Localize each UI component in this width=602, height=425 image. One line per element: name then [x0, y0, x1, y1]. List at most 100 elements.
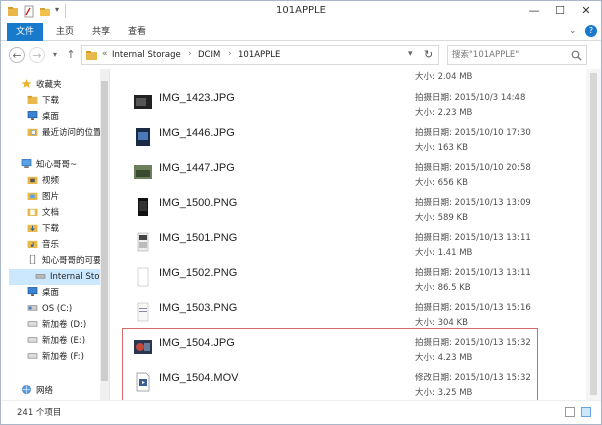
screenshot-thumbnail-icon [137, 267, 149, 287]
image-thumbnail-icon [134, 95, 152, 109]
recent-icon [27, 128, 38, 136]
star-icon [21, 79, 32, 88]
breadcrumb-overflow[interactable]: « [102, 49, 108, 59]
sidebar-item-documents[interactable]: 文档 [27, 205, 59, 221]
breadcrumb-dcim[interactable]: DCIM [198, 50, 220, 60]
file-name: IMG_1502.PNG [159, 267, 238, 279]
file-row-highlighted[interactable]: IMG_1504.MOV 修改日期: 2015/10/13 15:32 大小: … [111, 367, 581, 400]
file-row[interactable]: IMG_1503.PNG 拍摄日期: 2015/10/13 15:16 大小: … [111, 297, 581, 332]
folder-icon [27, 192, 38, 200]
file-name: IMG_1423.JPG [159, 92, 235, 104]
folder-icon [27, 95, 38, 104]
sidebar-item-drive-f[interactable]: 新加卷 (F:) [27, 349, 84, 365]
sidebar-item-network[interactable]: 网络 [21, 383, 53, 399]
file-date: 拍摄日期: 2015/10/10 20:58 [415, 163, 531, 173]
help-icon[interactable]: ? [585, 25, 597, 37]
file-name: IMG_1501.PNG [159, 232, 238, 244]
breadcrumb-internal-storage[interactable]: Internal Storage [112, 50, 181, 60]
sidebar-item-internal-storage[interactable]: Internal Stora [9, 269, 108, 285]
file-row[interactable]: IMG_1423.JPG 拍摄日期: 2015/10/3 14:48 大小: 2… [111, 87, 581, 122]
file-date: 拍摄日期: 2015/10/13 13:11 [415, 233, 531, 243]
file-size-partial: 大小: 2.04 MB [415, 72, 473, 82]
minimize-button[interactable]: — [521, 1, 547, 21]
file-size: 大小: 2.23 MB [415, 108, 473, 118]
screenshot-thumbnail-icon [137, 232, 149, 252]
sidebar-item-this-pc[interactable]: 知心哥哥~ [21, 157, 77, 173]
file-date: 拍摄日期: 2015/10/10 17:30 [415, 128, 531, 138]
image-thumbnail-icon [136, 128, 150, 146]
sidebar-scrollbar[interactable] [100, 69, 109, 400]
phone-icon [29, 255, 36, 264]
large-icons-view-icon[interactable] [581, 407, 591, 417]
breadcrumb-101apple[interactable]: 101APPLE [238, 50, 280, 60]
file-row[interactable]: IMG_1502.PNG 拍摄日期: 2015/10/13 13:11 大小: … [111, 262, 581, 297]
file-row[interactable]: IMG_1500.PNG 拍摄日期: 2015/10/13 13:09 大小: … [111, 192, 581, 227]
file-date: 拍摄日期: 2015/10/3 14:48 [415, 93, 526, 103]
screenshot-thumbnail-icon [138, 198, 148, 216]
file-list: 大小: 2.04 MB IMG_1423.JPG 拍摄日期: 2015/10/3… [111, 69, 586, 400]
breadcrumb-separator: › [228, 49, 232, 59]
file-name: IMG_1504.MOV [159, 372, 239, 384]
drive-icon [27, 337, 38, 343]
file-row-highlighted[interactable]: IMG_1504.JPG 拍摄日期: 2015/10/13 15:32 大小: … [111, 332, 581, 367]
window-title: 101APPLE [276, 5, 326, 16]
sidebar-item-drive-c[interactable]: OS (C:) [27, 301, 72, 317]
file-name: IMG_1447.JPG [159, 162, 235, 174]
music-icon [27, 240, 38, 248]
sidebar-item-recent-places[interactable]: 最近访问的位置 [27, 125, 102, 141]
file-list-scrollbar[interactable] [586, 69, 601, 400]
file-size: 大小: 163 KB [415, 143, 468, 153]
search-icon[interactable] [571, 50, 582, 61]
screenshot-thumbnail-icon [137, 302, 149, 322]
sidebar-item-pictures[interactable]: 图片 [27, 189, 59, 205]
close-button[interactable]: ✕ [573, 1, 599, 21]
image-thumbnail-icon [134, 340, 152, 354]
expand-ribbon-icon[interactable]: ⌄ [569, 26, 577, 36]
forward-button[interactable]: → [29, 47, 45, 63]
sidebar-item-downloads-pc[interactable]: 下载 [27, 221, 59, 237]
ribbon-tabs: 文件 主页 共享 查看 ⌄ ? [1, 23, 601, 41]
tab-file[interactable]: 文件 [7, 23, 43, 41]
sidebar-item-desktop-2[interactable]: 桌面 [27, 285, 59, 301]
sidebar-item-drive-d[interactable]: 新加卷 (D:) [27, 317, 86, 333]
sidebar-item-videos[interactable]: 视频 [27, 173, 59, 189]
sidebar-item-phone[interactable]: 知心哥哥的可要设 [27, 253, 109, 269]
file-row[interactable]: IMG_1446.JPG 拍摄日期: 2015/10/10 17:30 大小: … [111, 122, 581, 157]
address-dropdown-icon[interactable]: ▾ [408, 49, 413, 59]
refresh-button[interactable]: ↻ [424, 48, 433, 61]
item-count: 241 个项目 [17, 408, 62, 418]
search-box[interactable] [447, 45, 587, 65]
sidebar-item-music[interactable]: 音乐 [27, 237, 59, 253]
sidebar-item-desktop[interactable]: 桌面 [27, 109, 59, 125]
sidebar-item-drive-e[interactable]: 新加卷 (E:) [27, 333, 85, 349]
tab-view[interactable]: 查看 [123, 23, 151, 41]
recent-locations-button[interactable]: ▾ [47, 47, 63, 63]
folder-icon [86, 51, 97, 60]
folder-icon [27, 208, 38, 216]
file-size: 大小: 4.23 MB [415, 353, 473, 363]
file-row[interactable]: IMG_1501.PNG 拍摄日期: 2015/10/13 13:11 大小: … [111, 227, 581, 262]
up-button[interactable]: ↑ [63, 47, 79, 63]
drive-icon [27, 321, 38, 327]
back-button[interactable]: ← [9, 47, 25, 63]
file-name: IMG_1446.JPG [159, 127, 235, 139]
sidebar-item-favorites[interactable]: 收藏夹 [21, 77, 62, 93]
file-name: IMG_1504.JPG [159, 337, 235, 349]
search-input[interactable] [452, 48, 564, 62]
tab-home[interactable]: 主页 [51, 23, 79, 41]
title-bar: ▾ 101APPLE — ☐ ✕ [1, 1, 601, 23]
tab-share[interactable]: 共享 [87, 23, 115, 41]
maximize-button[interactable]: ☐ [547, 1, 573, 21]
sidebar-scroll-thumb[interactable] [101, 81, 108, 381]
details-view-icon[interactable] [565, 407, 575, 417]
file-date: 拍摄日期: 2015/10/13 15:16 [415, 303, 531, 313]
file-name: IMG_1500.PNG [159, 197, 238, 209]
file-date: 拍摄日期: 2015/10/13 13:11 [415, 268, 531, 278]
address-bar[interactable]: « Internal Storage › DCIM › 101APPLE ▾ ↻ [81, 45, 439, 65]
file-list-scroll-thumb[interactable] [590, 73, 597, 395]
computer-icon [21, 159, 32, 168]
drive-icon [27, 353, 38, 359]
sidebar-item-downloads[interactable]: 下载 [27, 93, 59, 109]
folder-icon [27, 224, 38, 232]
file-row[interactable]: IMG_1447.JPG 拍摄日期: 2015/10/10 20:58 大小: … [111, 157, 581, 192]
